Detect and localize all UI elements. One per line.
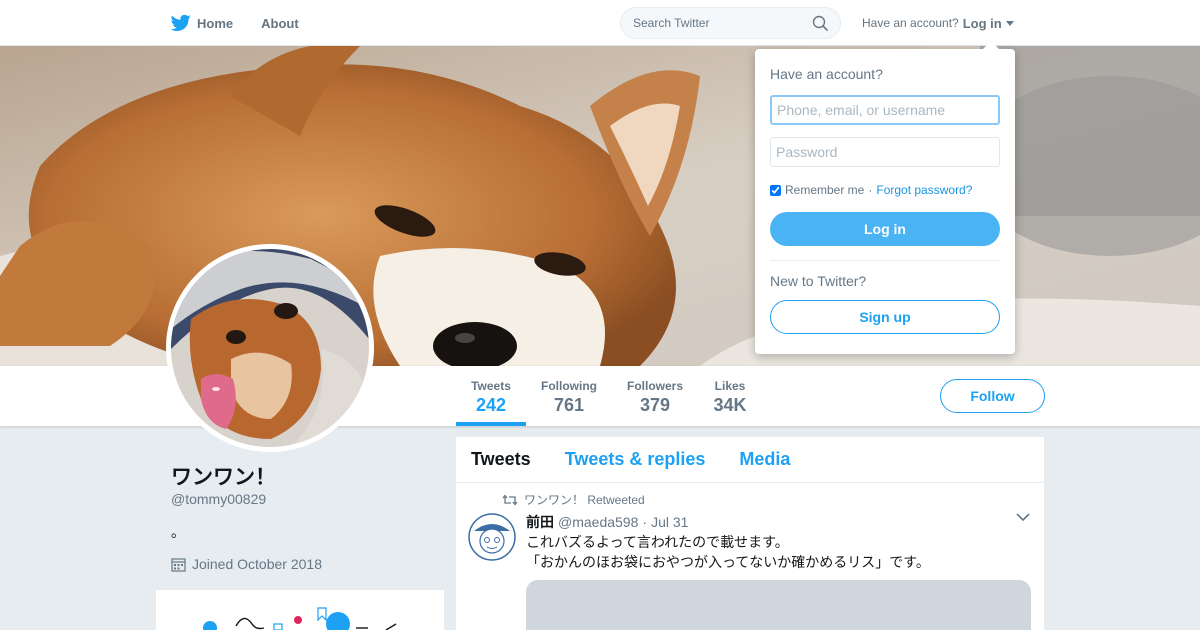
top-nav-bar: Home About Search Twitter Have an accoun… (0, 0, 1200, 46)
forgot-password-link[interactable]: Forgot password? (876, 183, 972, 197)
tab-tweets-replies[interactable]: Tweets & replies (565, 449, 706, 470)
retweet-context: ワンワン！ Retweeted (502, 491, 1029, 508)
stat-tweets-label: Tweets (471, 379, 511, 393)
stat-likes-value: 34K (713, 395, 747, 415)
tweet-author-avatar[interactable] (468, 513, 516, 561)
login-button[interactable]: Log in (770, 212, 1000, 246)
profile-bio: 。 (171, 524, 185, 540)
remember-separator: · (868, 183, 873, 197)
login-dropdown: Have an account? Remember me · Forgot pa… (755, 41, 1015, 354)
tweet-author-name[interactable]: 前田 (526, 512, 554, 532)
stat-tweets[interactable]: Tweets 242 (456, 366, 526, 426)
tweet-dot: · (642, 514, 648, 530)
dropdown-divider (770, 260, 1000, 261)
stat-followers[interactable]: Followers 379 (624, 366, 686, 426)
sidebar-card-illustration (203, 607, 397, 630)
search-placeholder: Search Twitter (633, 16, 710, 30)
signup-button[interactable]: Sign up (770, 300, 1000, 334)
stat-likes-label: Likes (714, 379, 746, 393)
stat-followers-value: 379 (639, 395, 671, 415)
profile-avatar[interactable] (166, 244, 374, 452)
tweet-media[interactable] (526, 580, 1031, 630)
tweet-text-line-1: これバズるよって言われたので載せます。 (526, 534, 789, 550)
stat-following-label: Following (541, 379, 597, 393)
remember-checkbox[interactable] (770, 184, 781, 196)
search-icon[interactable] (812, 15, 828, 31)
tweet-item[interactable]: ワンワン！ Retweeted 前田 @maeda598 · Jul 31 これ… (456, 483, 1044, 630)
profile-joined: Joined October 2018 (171, 556, 322, 572)
timeline-tabs: Tweets Tweets & replies Media (456, 437, 1044, 483)
chevron-down-icon[interactable] (1016, 513, 1030, 522)
calendar-icon (171, 557, 186, 572)
nav-about-link[interactable]: About (261, 16, 299, 31)
remember-row: Remember me · Forgot password? (770, 183, 972, 197)
login-dropdown-title: Have an account? (770, 66, 883, 82)
stat-tweets-value: 242 (475, 395, 507, 415)
nav-about-label: About (261, 15, 299, 31)
stat-followers-label: Followers (626, 379, 683, 393)
retweet-icon (502, 493, 518, 506)
tweet-author-handle[interactable]: @maeda598 (558, 514, 638, 530)
stat-following-value: 761 (553, 395, 585, 415)
tweet-header: 前田 @maeda598 · Jul 31 (526, 512, 1029, 532)
twitter-bird-icon (171, 14, 191, 32)
sidebar-card (156, 590, 444, 630)
nav-left: Home About (171, 0, 299, 46)
timeline: Tweets Tweets & replies Media ワンワン！ Retw… (456, 437, 1044, 630)
search-input[interactable]: Search Twitter (620, 7, 841, 39)
username-field[interactable] (770, 95, 1000, 125)
profile-handle: @tommy00829 (171, 491, 267, 507)
password-field[interactable] (770, 137, 1000, 167)
have-account-text: Have an account? (862, 16, 959, 30)
avatar-image (171, 249, 369, 447)
nav-home-link[interactable]: Home (171, 14, 233, 32)
account-prompt: Have an account? Log in (862, 0, 1014, 46)
profile-name: ワンワン！ (171, 466, 276, 489)
tab-tweets[interactable]: Tweets (471, 449, 531, 470)
follow-button[interactable]: Follow (940, 379, 1045, 413)
login-toggle-label: Log in (962, 15, 1002, 31)
login-dropdown-toggle[interactable]: Log in (963, 16, 1014, 31)
tweet-text-line-2: 「おかんのほお袋におやつが入ってないか確かめるリス」です。 (526, 554, 930, 570)
caret-down-icon (1005, 20, 1014, 26)
nav-home-label: Home (197, 15, 234, 31)
remember-label[interactable]: Remember me (785, 183, 864, 197)
retweet-label[interactable]: ワンワン！ Retweeted (524, 491, 645, 508)
tweet-avatar-image (468, 513, 516, 561)
new-to-twitter-text: New to Twitter? (770, 273, 867, 289)
stat-likes[interactable]: Likes 34K (708, 366, 752, 426)
joined-text: Joined October 2018 (192, 556, 322, 572)
tweet-time[interactable]: Jul 31 (651, 514, 688, 530)
stat-following[interactable]: Following 761 (538, 366, 600, 426)
tab-media[interactable]: Media (739, 449, 790, 470)
